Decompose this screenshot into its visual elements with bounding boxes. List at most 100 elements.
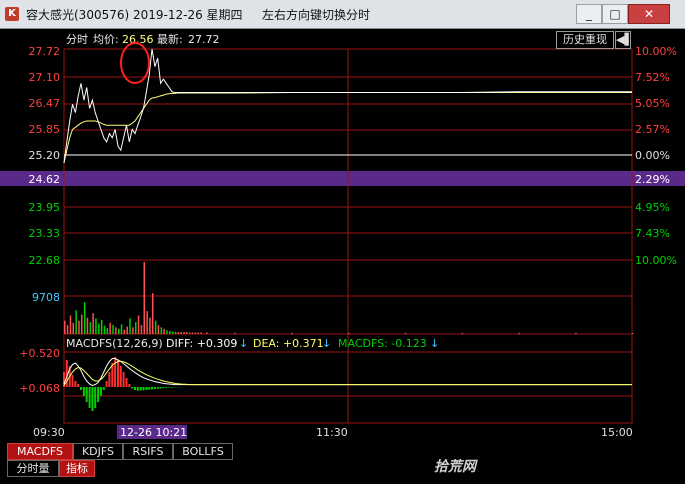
tab-indicator[interactable]: 指标 [59,460,95,477]
volume-bar [234,332,236,334]
price-label: 24.62 [29,173,61,186]
volume-bar [461,332,464,334]
macdfs-label: MACDFS: -0.123 [338,337,427,350]
volume-bar [100,319,103,334]
time-mid: 11:30 [316,426,348,439]
price-label: 27.72 [29,45,61,58]
percent-label: 2.29% [635,173,670,186]
history-replay-button[interactable]: 历史重现 [556,31,614,49]
header-label: 分时 [66,33,88,46]
volume-bar [191,332,194,334]
volume-bar [152,293,154,334]
percent-label: 4.95% [635,201,670,214]
volume-bar [95,318,97,334]
volume-bar [98,323,100,334]
percent-label: 10.00% [635,254,677,267]
volume-bar [206,332,208,334]
volume-bar [169,331,171,334]
volume-bar [112,325,114,334]
window-hint: 左右方向键切换分时 [262,8,371,22]
down-arrow-icon: ↓ [322,337,331,350]
time-end: 15:00 [601,426,633,439]
macd-legend: MACDFS(12,26,9) DIFF: +0.309 ↓ DEA: +0.3… [66,337,439,350]
volume-bar [189,332,191,334]
volume-bar [137,315,140,334]
volume-bar [140,325,143,334]
macd-axis-top: +0.520 [19,347,60,360]
price-label: 23.33 [29,227,61,240]
minimize-button[interactable]: _ [576,4,602,24]
close-button[interactable]: ✕ [628,4,670,24]
volume-bar [186,332,188,334]
volume-bar [64,320,66,334]
volume-bar [154,320,157,334]
volume-bar [183,332,185,334]
percent-label: 7.52% [635,71,670,84]
volume-bar [83,302,86,334]
down-arrow-icon: ↓ [430,337,439,350]
window-title: 容大感光(300576) 2019-12-26 星期四 [26,8,243,22]
volume-bar [146,311,148,334]
volume-bar [86,317,89,334]
volume-bar [75,310,77,334]
tab-volume[interactable]: 分时量 [7,460,59,477]
price-label: 26.47 [29,97,61,110]
volume-bar [180,332,182,334]
volume-bar [518,332,520,334]
tab-macdfs[interactable]: MACDFS [7,443,73,460]
volume-bar [197,332,199,334]
latest-label: 最新: [157,32,183,46]
volume-bar [92,313,94,334]
avg-label: 均价: [93,33,119,46]
tab-kdjfs[interactable]: KDJFS [73,443,123,460]
volume-bar [120,324,123,334]
volume-bar [157,325,160,334]
volume-bar [632,332,634,334]
volume-bar [72,322,74,334]
latest-value: 27.72 [188,33,220,46]
volume-bar [174,331,177,334]
volume-bar [177,332,180,334]
maximize-button[interactable]: □ [602,4,628,24]
volume-bar [78,320,80,334]
tab-rsifs[interactable]: RSIFS [123,443,173,460]
volume-bar [575,332,577,334]
percent-label: 10.00% [635,45,677,58]
diff-label: DIFF: +0.309 [166,337,237,350]
volume-bar [404,332,407,334]
volume-bars [64,262,634,334]
highlight-row [0,171,685,186]
volume-bar [118,328,120,334]
percent-label: 2.57% [635,123,670,136]
volume-bar [66,325,69,334]
down-arrow-icon: ↓ [239,337,248,350]
tab-bollfs[interactable]: BOLLFS [173,443,233,460]
volume-bar [81,314,83,334]
volume-bar [143,262,145,334]
watermark: 拾荒网 [434,459,476,475]
macd-histogram [63,357,182,411]
volume-bar [160,327,163,334]
title-bar[interactable]: K 容大感光(300576) 2019-12-26 星期四 左右方向键切换分时 … [0,0,685,29]
intraday-chart[interactable]: 27.72 27.10 26.47 25.85 25.20 24.62 23.9… [0,29,685,439]
volume-bar [194,332,197,334]
macd-title: MACDFS(12,26,9) [66,337,163,350]
history-arrow-icon[interactable]: ◀▌ [615,31,633,49]
right-percent-axis: 10.00% 7.52% 5.05% 2.57% 0.00% 2.29% 4.9… [635,45,677,267]
dea-label: DEA: +0.371 [253,337,324,350]
volume-bar [103,325,106,334]
volume-bar [291,332,293,334]
volume-bar [166,330,168,334]
volume-bar [348,332,350,334]
macd-axis-bottom: +0.068 [19,382,60,395]
price-label: 25.85 [29,123,61,136]
volume-bar [106,328,109,334]
price-header: 分时 均价: 26.56 最新: 27.72 [66,32,220,46]
left-price-axis: 27.72 27.10 26.47 25.85 25.20 24.62 23.9… [19,45,60,395]
volume-max-label: 9708 [32,291,60,304]
volume-bar [171,331,174,334]
volume-bar [135,322,137,334]
volume-bar [89,322,92,334]
price-label: 23.95 [29,201,61,214]
volume-bar [129,318,131,334]
